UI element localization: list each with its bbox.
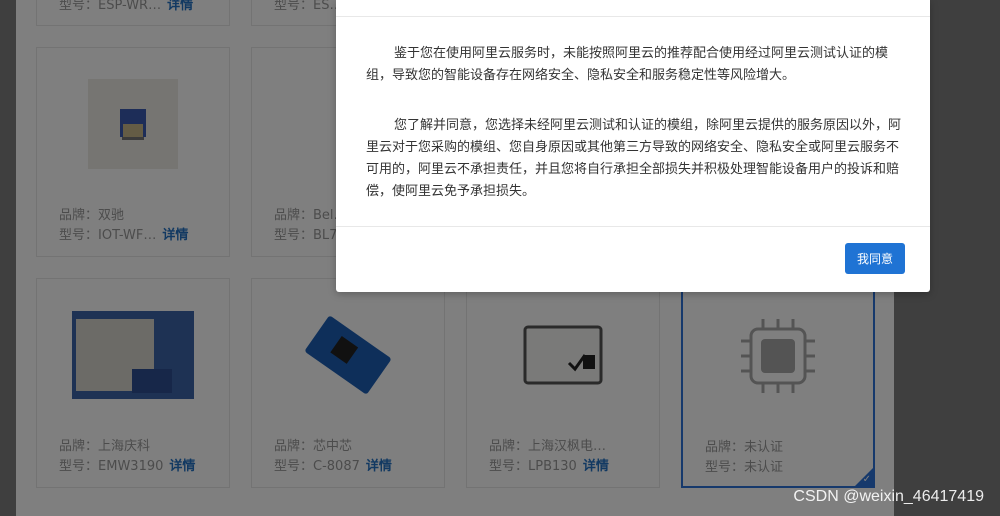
footer-divider (336, 226, 930, 227)
watermark: CSDN @weixin_46417419 (793, 488, 984, 505)
header-divider (336, 16, 930, 17)
disclaimer-paragraph-2: 您了解并同意，您选择未经阿里云测试和认证的模组，除阿里云提供的服务原因以外，阿里… (366, 118, 902, 199)
disclaimer-paragraph-1: 鉴于您在使用阿里云服务时，未能按照阿里云的推荐配合使用经过阿里云测试认证的模组，… (366, 46, 889, 83)
agree-button[interactable]: 我同意 (845, 243, 905, 274)
disclaimer-dialog: 鉴于您在使用阿里云服务时，未能按照阿里云的推荐配合使用经过阿里云测试认证的模组，… (336, 0, 930, 292)
